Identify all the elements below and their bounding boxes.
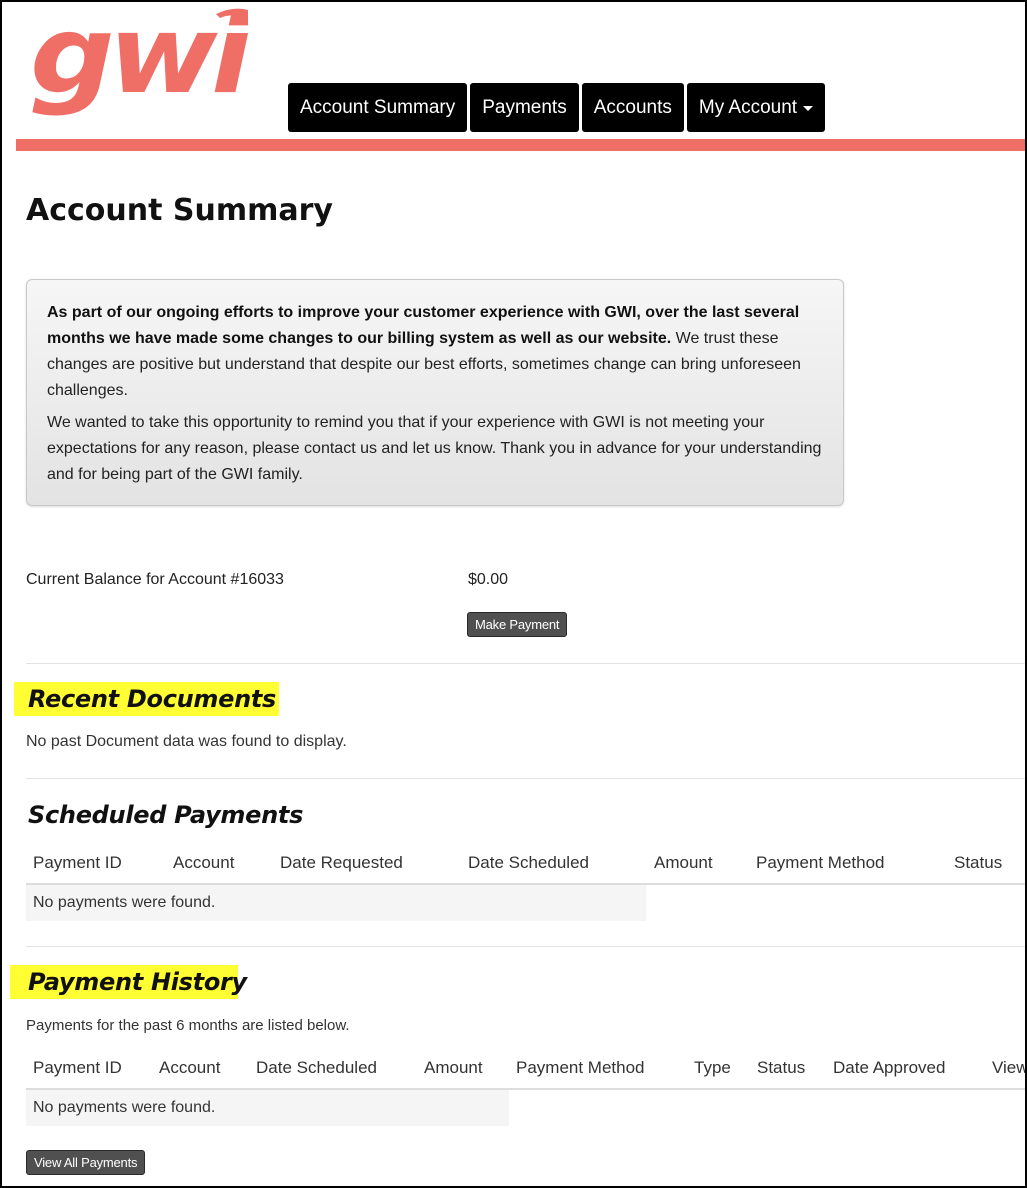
payment-history-heading: Payment History [28, 968, 247, 996]
column-header[interactable]: Status [757, 1058, 805, 1078]
scheduled-payments-heading: Scheduled Payments [28, 801, 304, 829]
column-header[interactable]: Date Approved [833, 1058, 945, 1078]
nav-account-summary-label: Account Summary [300, 96, 456, 118]
page-frame: gwi GREAT WORKS INTERNET Account Summary… [0, 0, 1027, 1188]
column-header[interactable]: Type [694, 1058, 731, 1078]
caret-down-icon [803, 106, 814, 111]
scheduled-payments-table-header: Payment ID Account Date Requested Date S… [26, 843, 1025, 885]
column-header[interactable]: Amount [654, 853, 713, 873]
make-payment-button[interactable]: Make Payment [467, 612, 568, 637]
column-header[interactable]: Payment Method [516, 1058, 645, 1078]
balance-value: $0.00 [468, 571, 509, 588]
scheduled-payments-empty-row: No payments were found. [26, 885, 646, 921]
recent-documents-heading: Recent Documents [28, 685, 277, 713]
payment-history-empty-row: No payments were found. [26, 1090, 509, 1126]
column-header[interactable]: Date Scheduled [468, 853, 589, 873]
column-header[interactable]: Payment Method [756, 853, 885, 873]
nav-my-account-label: My Account [698, 96, 798, 118]
column-header[interactable]: Account [173, 853, 234, 873]
payment-history-table-header: Payment ID Account Date Scheduled Amount… [26, 1048, 1025, 1090]
recent-documents-empty-text: No past Document data was found to displ… [26, 733, 347, 750]
nav-payments-label: Payments [482, 96, 567, 118]
notice-box: As part of our ongoing efforts to improv… [26, 279, 844, 506]
divider [26, 778, 1025, 779]
column-header[interactable]: Date Scheduled [256, 1058, 377, 1078]
nav-accounts-label: Accounts [593, 96, 672, 118]
notice-paragraph-2: We wanted to take this opportunity to re… [47, 414, 822, 483]
divider [26, 663, 1025, 664]
view-all-payments-button[interactable]: View All Payments [26, 1150, 146, 1175]
gwi-logo[interactable]: gwi GREAT WORKS INTERNET [28, 4, 248, 122]
column-header[interactable]: Payment ID [33, 1058, 122, 1078]
brand-accent-bar [16, 139, 1025, 151]
nav-accounts[interactable]: Accounts [581, 83, 684, 132]
notice-paragraph-1: As part of our ongoing efforts to improv… [47, 300, 823, 404]
column-header[interactable]: Payment ID [33, 853, 122, 873]
nav-account-summary[interactable]: Account Summary [288, 83, 468, 132]
column-header[interactable]: Date Requested [280, 853, 403, 873]
main-nav: Account Summary Payments Accounts My Acc… [288, 83, 826, 132]
logo-tagline-line2: INTERNET [165, 107, 232, 121]
column-header[interactable]: Status [954, 853, 1002, 873]
page-title: Account Summary [26, 193, 333, 228]
divider [26, 946, 1025, 947]
nav-my-account-dropdown[interactable]: My Account [686, 83, 826, 132]
nav-payments[interactable]: Payments [470, 83, 579, 132]
column-header[interactable]: Amount [424, 1058, 483, 1078]
column-header[interactable]: Account [159, 1058, 220, 1078]
logo-tagline-line1: GREAT WORKS [134, 94, 232, 108]
payment-history-subtext: Payments for the past 6 months are liste… [26, 1017, 350, 1034]
balance-label: Current Balance for Account #16033 [26, 571, 284, 588]
column-header[interactable]: View [992, 1058, 1025, 1078]
